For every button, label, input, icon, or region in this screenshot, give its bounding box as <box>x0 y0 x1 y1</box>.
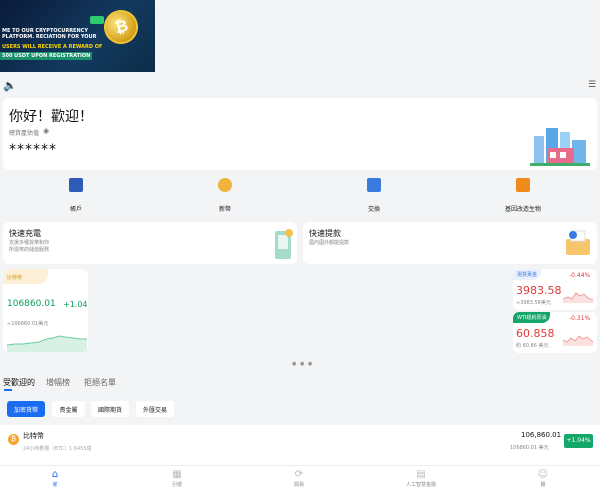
deposit-illustration-icon <box>275 229 293 259</box>
oil-ticker-card[interactable]: WTI紐約原油 -0.31% 60.858 約 60.86 美元 <box>513 312 597 353</box>
menu-new-coin-label: 新幣 <box>218 206 231 213</box>
chip-precious-metals[interactable]: 貴金屬 <box>52 401 85 417</box>
growth-chart-icon <box>516 178 530 192</box>
nav-quotes-label: 引號 <box>171 482 182 488</box>
row-usd: 106860.01 美元 <box>510 445 549 451</box>
row-volume: 24小時數量（BTC）1.6455億 <box>23 446 92 452</box>
home-icon: ⌂ <box>51 469 59 480</box>
nav-trade[interactable]: ⟳ 興易 <box>269 468 329 488</box>
row-price: 106,860.01 <box>521 431 562 439</box>
trade-icon: ⟳ <box>294 469 304 480</box>
menu-account[interactable]: 帳戶 <box>16 178 136 213</box>
menu-exchange[interactable]: 交換 <box>314 178 434 213</box>
deposit-title: 快速充電 <box>9 229 41 238</box>
oil-tag: WTI紐約原油 <box>513 312 551 323</box>
coins-icon <box>218 178 232 192</box>
btc-usd: ≈106860.01美元 <box>7 321 49 327</box>
carousel-dots[interactable]: ● ● ● <box>292 361 313 367</box>
menu-list-icon[interactable]: ☰ <box>588 80 596 90</box>
btc-change: +1.04% <box>63 300 88 309</box>
btc-ticker-card[interactable]: 比特幣 106860.01 +1.04% ≈106860.01美元 <box>3 269 88 352</box>
ai-finance-icon: ▤ <box>416 469 426 480</box>
deposit-desc-2: 所需幣的儲值服務 <box>9 247 50 253</box>
nav-profile[interactable]: ☺ 錫 <box>513 468 573 488</box>
promo-banner[interactable]: ₿ ME TO OUR CRYPTOCURRENCY PLATFORM. REC… <box>0 0 155 72</box>
oil-price: 60.858 <box>516 327 555 340</box>
welcome-card: 你好！歡迎！ 總資產估值 ◉ ****** <box>3 98 597 170</box>
menu-account-label: 帳戶 <box>69 206 82 213</box>
banner-line-3: 500 USDT UPON REGISTRATION <box>0 52 93 60</box>
key-icon <box>90 16 104 24</box>
banner-line-2: USERS WILL RECEIVE A REWARD OF <box>2 44 103 50</box>
oil-sparkline <box>563 335 593 346</box>
nav-profile-label: 錫 <box>540 482 546 488</box>
asset-label: 總資產估值 <box>9 130 40 137</box>
gold-price: 3983.58 <box>516 284 562 297</box>
market-row-btc[interactable]: ₿ 比特幣 24小時數量（BTC）1.6455億 106,860.01 1068… <box>0 425 600 465</box>
nav-home[interactable]: ⌂ 家 <box>25 468 85 488</box>
row-coin-name: 比特幣 <box>23 432 44 440</box>
btc-tag: 比特幣 <box>3 269 48 284</box>
hidden-balance: ****** <box>9 142 57 158</box>
bottom-nav: ⌂ 家 ▦ 引號 ⟳ 興易 ▤ 人工智慧金融 ☺ 錫 <box>0 465 600 490</box>
withdraw-desc: 國內國外都能提款 <box>309 240 350 246</box>
city-illustration-icon <box>530 128 590 166</box>
tab-gainers[interactable]: 增幅榜 <box>46 377 70 388</box>
nav-trade-label: 興易 <box>293 482 304 488</box>
quick-deposit-card[interactable]: 快速充電 支援多種貨幣和你 所需幣的儲值服務 <box>3 222 297 264</box>
menu-new-coin[interactable]: 新幣 <box>165 178 285 213</box>
tab-popular[interactable]: 受歡迎的 <box>3 377 35 388</box>
speaker-icon[interactable]: 🔈 <box>3 79 17 92</box>
eye-icon[interactable]: ◉ <box>43 127 49 135</box>
nav-quotes[interactable]: ▦ 引號 <box>147 468 207 488</box>
menu-exchange-label: 交換 <box>367 206 380 213</box>
chip-futures[interactable]: 國際期貨 <box>91 401 129 417</box>
quick-withdraw-card[interactable]: 快速提款 國內國外都能提款 <box>303 222 597 264</box>
chip-forex[interactable]: 外匯交易 <box>136 401 174 417</box>
gold-usd: ≈3983.58美元 <box>516 300 551 306</box>
oil-usd: 約 60.86 美元 <box>516 343 549 349</box>
btc-price: 106860.01 <box>7 299 56 309</box>
gold-change: -0.44% <box>569 272 591 279</box>
menu-gmo-label: 基因改造生物 <box>504 206 541 213</box>
nav-home-label: 家 <box>52 482 58 488</box>
tab-blacklist[interactable]: 拒絕名單 <box>84 377 116 388</box>
profile-icon: ☺ <box>537 469 549 480</box>
row-change-badge: +1.04% <box>564 434 593 448</box>
withdraw-illustration-icon <box>566 230 590 255</box>
coin-icon: ₿ <box>100 6 142 48</box>
menu-gmo[interactable]: 基因改造生物 <box>463 178 583 213</box>
withdraw-title: 快速提款 <box>309 229 341 238</box>
bitcoin-icon: ₿ <box>8 434 19 445</box>
nav-ai-finance[interactable]: ▤ 人工智慧金融 <box>391 468 451 488</box>
nav-ai-finance-label: 人工智慧金融 <box>405 482 436 488</box>
chip-crypto[interactable]: 加密貨幣 <box>7 401 45 417</box>
gold-tag: 現貨黃金 <box>513 269 542 280</box>
exchange-icon <box>367 178 381 192</box>
deposit-desc-1: 支援多種貨幣和你 <box>9 240 50 246</box>
btc-sparkline <box>6 335 87 352</box>
tab-underline <box>4 389 12 391</box>
greeting-title: 你好！歡迎！ <box>9 109 93 125</box>
gold-ticker-card[interactable]: 現貨黃金 -0.44% 3983.58 ≈3983.58美元 <box>513 269 597 310</box>
oil-change: -0.31% <box>569 315 591 322</box>
quotes-icon: ▦ <box>172 469 182 480</box>
bank-icon <box>69 178 83 192</box>
banner-line-1: ME TO OUR CRYPTOCURRENCY PLATFORM. RECIA… <box>2 28 97 40</box>
gold-sparkline <box>563 292 593 303</box>
